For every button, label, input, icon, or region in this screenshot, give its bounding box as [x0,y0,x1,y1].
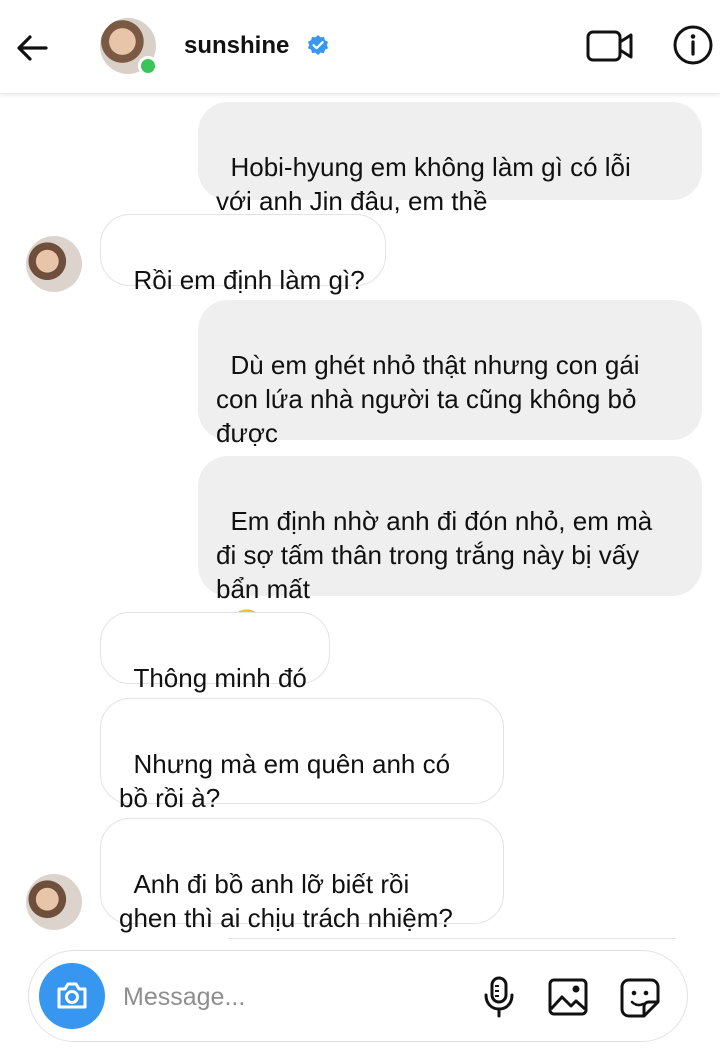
gallery-icon[interactable] [547,977,589,1017]
divider [228,938,676,939]
verified-badge-icon [306,34,330,58]
message-text: Nhưng mà em quên anh có bồ rồi à? [119,749,451,813]
video-call-icon[interactable] [586,28,634,64]
online-status-dot [138,56,158,76]
message-composer [28,950,688,1042]
message-text: Rồi em định làm gì? [133,265,365,295]
contact-avatar[interactable] [100,18,158,76]
message-bubble-received[interactable]: Rồi em định làm gì? [100,214,386,295]
message-bubble-received[interactable]: Thông minh đó [100,612,330,693]
sender-avatar[interactable] [26,236,82,292]
camera-icon[interactable] [39,963,105,1029]
info-icon[interactable] [672,24,714,66]
message-text: Anh đi bồ anh lỡ biết rồi ghen thì ai ch… [119,869,453,933]
message-bubble-received[interactable]: Anh đi bồ anh lỡ biết rồi ghen thì ai ch… [100,818,504,933]
chat-header: sunshine [0,0,720,94]
message-text: Hobi-hyung em không làm gì có lỗi với an… [216,152,631,216]
sender-avatar[interactable] [26,874,82,930]
sticker-icon[interactable] [619,977,661,1019]
message-input[interactable] [123,977,453,1017]
message-bubble-sent[interactable]: Em định nhờ anh đi đón nhỏ, em mà đi sợ … [198,456,702,638]
message-text: Thông minh đó [133,663,307,693]
contact-username[interactable]: sunshine [184,32,289,60]
back-arrow-icon[interactable] [12,28,52,68]
message-bubble-sent[interactable]: Dù em ghét nhỏ thật nhưng con gái con lứ… [198,300,702,448]
message-text: Em định nhờ anh đi đón nhỏ, em mà đi sợ … [216,506,653,604]
message-bubble-sent[interactable]: Hobi-hyung em không làm gì có lỗi với an… [198,102,702,250]
message-text: Dù em ghét nhỏ thật nhưng con gái con lứ… [216,350,640,448]
microphone-icon[interactable] [481,975,517,1019]
message-bubble-received[interactable]: Nhưng mà em quên anh có bồ rồi à? [100,698,504,813]
